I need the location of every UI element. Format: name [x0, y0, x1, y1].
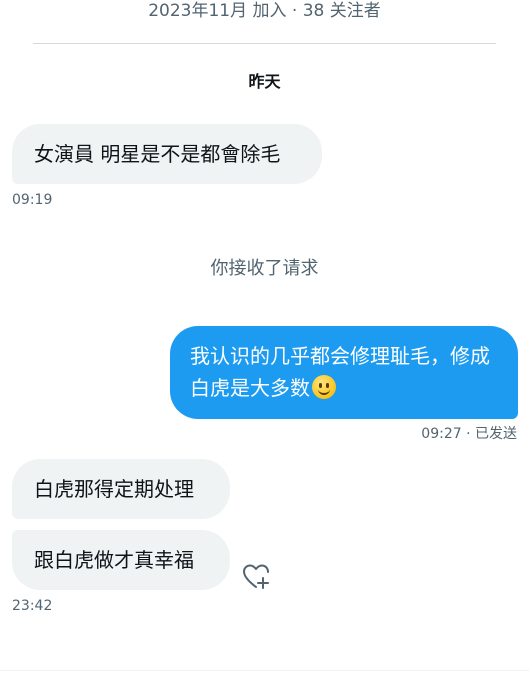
message-text: 我认识的几乎都会修理耻毛，修成白虎是大多数	[190, 344, 490, 400]
message-bubble-outgoing[interactable]: 我认识的几乎都会修理耻毛，修成白虎是大多数	[170, 326, 518, 419]
system-message: 你接收了请求	[210, 258, 319, 279]
slightly-smiling-face-emoji	[312, 375, 336, 399]
message-text: 白虎那得定期处理	[34, 477, 194, 501]
message-timestamp-status: 09:27 · 已发送	[421, 426, 517, 442]
message-timestamp: 23:42	[12, 598, 53, 614]
message-text: 跟白虎做才真幸福	[34, 548, 194, 572]
message-timestamp: 09:19	[12, 192, 53, 208]
day-label: 昨天	[248, 72, 281, 91]
message-bubble-incoming[interactable]: 女演員 明星是不是都會除毛	[12, 124, 322, 184]
header-divider	[33, 43, 496, 44]
message-bubble-incoming[interactable]: 跟白虎做才真幸福	[12, 530, 230, 590]
heart-plus-icon[interactable]	[242, 563, 272, 591]
bottom-divider	[0, 670, 529, 671]
message-bubble-incoming[interactable]: 白虎那得定期处理	[12, 459, 230, 519]
message-text: 女演員 明星是不是都會除毛	[34, 142, 281, 166]
header-meta: 2023年11月 加入 · 38 关注者	[148, 1, 381, 21]
